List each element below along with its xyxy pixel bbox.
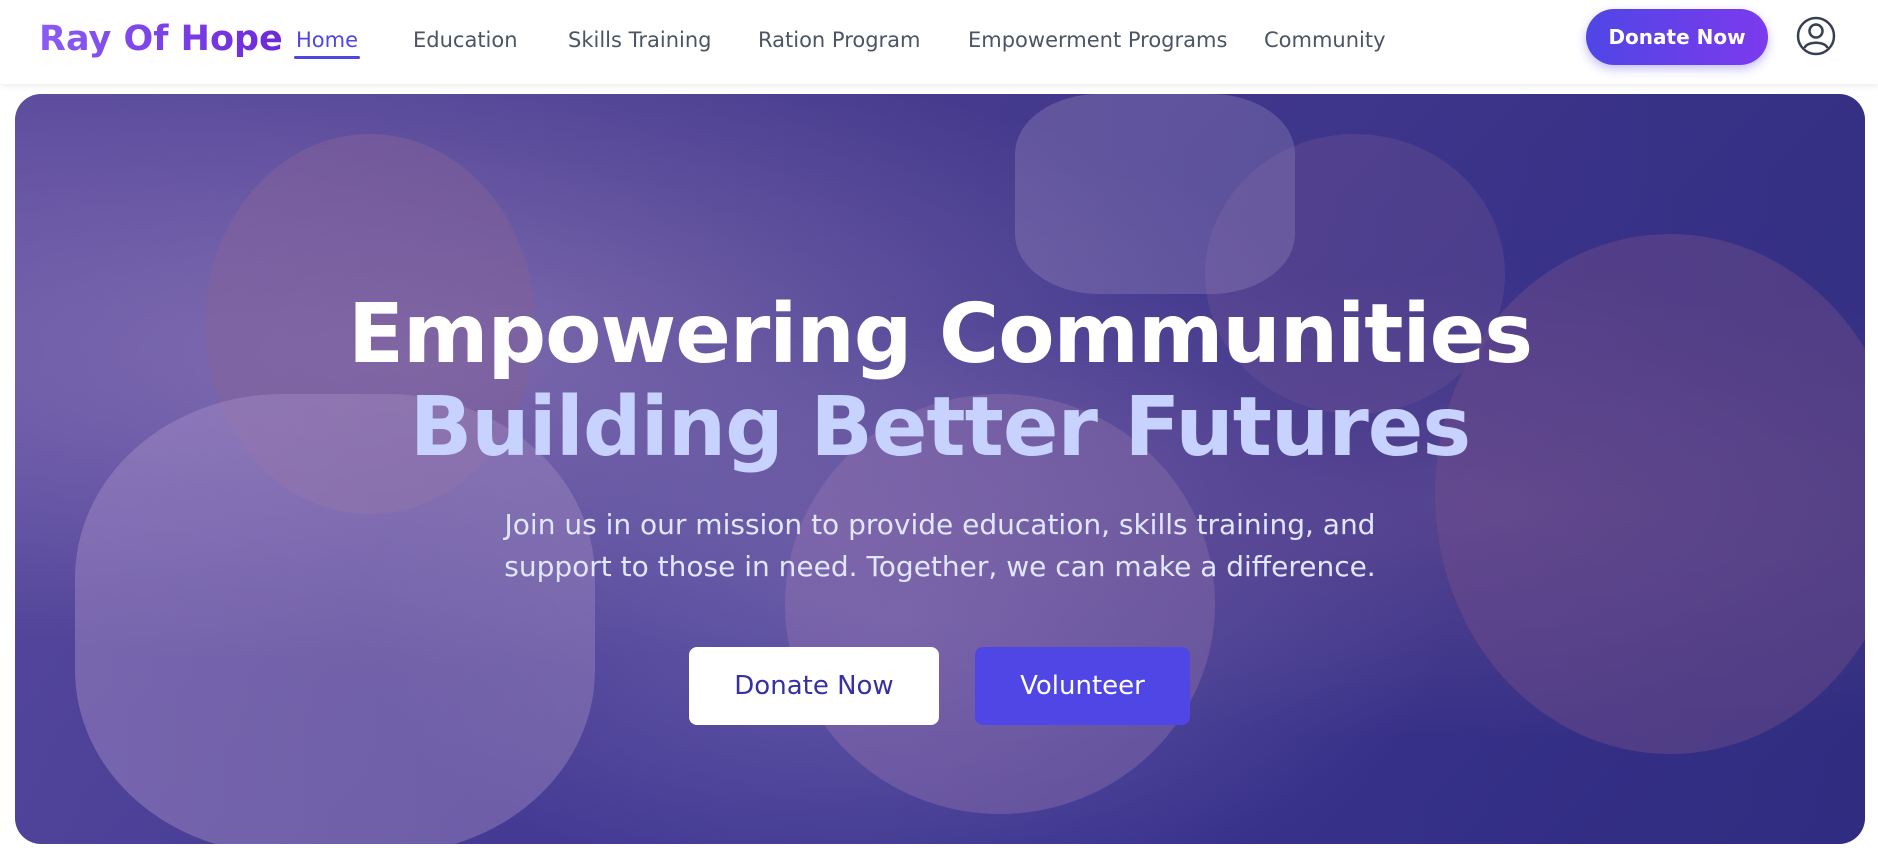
hero-donate-button[interactable]: Donate Now <box>689 647 939 725</box>
nav-link-ration-program[interactable]: Ration Program <box>758 26 921 54</box>
user-circle-icon[interactable] <box>1796 16 1836 56</box>
top-navbar: Ray Of Hope Home Education Skills Traini… <box>0 0 1878 84</box>
donate-now-button[interactable]: Donate Now <box>1586 9 1768 65</box>
nav-link-empowerment-programs[interactable]: Empowerment Programs <box>968 26 1227 54</box>
hero-subtitle: Join us in our mission to provide educat… <box>504 508 1376 583</box>
nav-link-community[interactable]: Community <box>1264 26 1386 54</box>
hero-title-line-1: Empowering Communities <box>347 287 1533 382</box>
hero-title-line-2: Building Better Futures <box>409 380 1471 475</box>
nav-link-home[interactable]: Home <box>293 26 361 59</box>
hero-banner: Empowering Communities Building Better F… <box>15 94 1865 844</box>
nav-link-skills-training[interactable]: Skills Training <box>568 26 711 54</box>
hero-volunteer-button[interactable]: Volunteer <box>975 647 1190 725</box>
brand-logo[interactable]: Ray Of Hope <box>39 17 283 61</box>
nav-link-education[interactable]: Education <box>413 26 518 54</box>
hero-content: Empowering Communities Building Better F… <box>15 94 1865 844</box>
